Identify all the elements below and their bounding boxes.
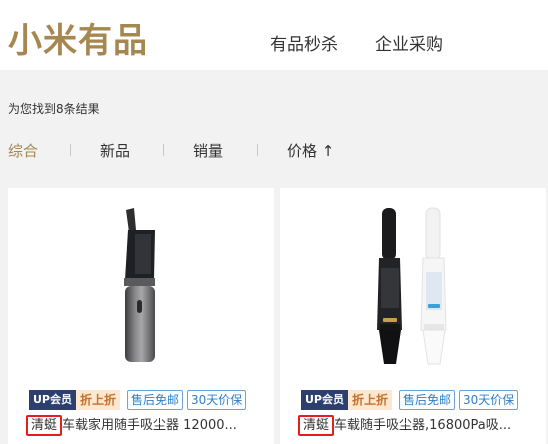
price-protection-badge: 30天价保 [459,390,519,410]
up-member-label: UP会员 [301,390,348,410]
product-title[interactable]: 清蜓 车载随手吸尘器,16800Pa吸... [298,414,542,436]
top-header: 小米有品 有品秒杀 企业采购 [0,0,548,70]
product-title[interactable]: 清蜓 车载家用随手吸尘器 12000... [26,414,270,436]
sort-divider [70,144,71,156]
product-card[interactable]: UP会员 折上折 售后免邮 30天价保 清蜓 车载随手吸尘器,16800Pa吸..… [280,188,546,444]
product-title-text: 车载随手吸尘器,16800Pa吸... [334,418,512,433]
product-tags: UP会员 折上折 售后免邮 30天价保 [26,390,247,410]
arrow-up-icon: ↑ [321,142,335,160]
product-brand-highlight: 清蜓 [26,415,63,436]
sort-newest[interactable]: 新品 [100,140,130,161]
price-protection-badge: 30天价保 [187,390,247,410]
sort-divider [257,144,258,156]
nav-flash-sale[interactable]: 有品秒杀 [270,30,338,55]
sort-price[interactable]: 价格 ↑ [287,140,334,161]
product-brand-highlight: 清蜓 [298,415,335,436]
nav-enterprise-purchase[interactable]: 企业采购 [375,30,443,55]
product-image[interactable] [280,188,546,378]
extra-discount-label: 折上折 [348,390,393,410]
product-title-text: 车载家用随手吸尘器 12000... [62,418,237,433]
product-tags: UP会员 折上折 售后免邮 30天价保 [298,390,519,410]
up-member-label: UP会员 [29,390,76,410]
extra-discount-label: 折上折 [76,390,121,410]
sort-sales[interactable]: 销量 [193,140,223,161]
sort-bar: 综合 新品 销量 价格 ↑ [8,140,548,160]
up-member-badge: UP会员 折上折 [298,390,395,410]
sort-comprehensive[interactable]: 综合 [8,140,38,161]
sort-price-label: 价格 [287,142,318,160]
free-return-shipping-badge: 售后免邮 [127,390,184,410]
sort-divider [163,144,164,156]
product-image[interactable] [8,188,274,378]
product-card[interactable]: UP会员 折上折 售后免邮 30天价保 清蜓 车载家用随手吸尘器 12000... [8,188,274,444]
up-member-badge: UP会员 折上折 [26,390,123,410]
site-logo[interactable]: 小米有品 [8,13,148,62]
free-return-shipping-badge: 售后免邮 [399,390,456,410]
search-result-count: 为您找到8条结果 [8,102,100,116]
